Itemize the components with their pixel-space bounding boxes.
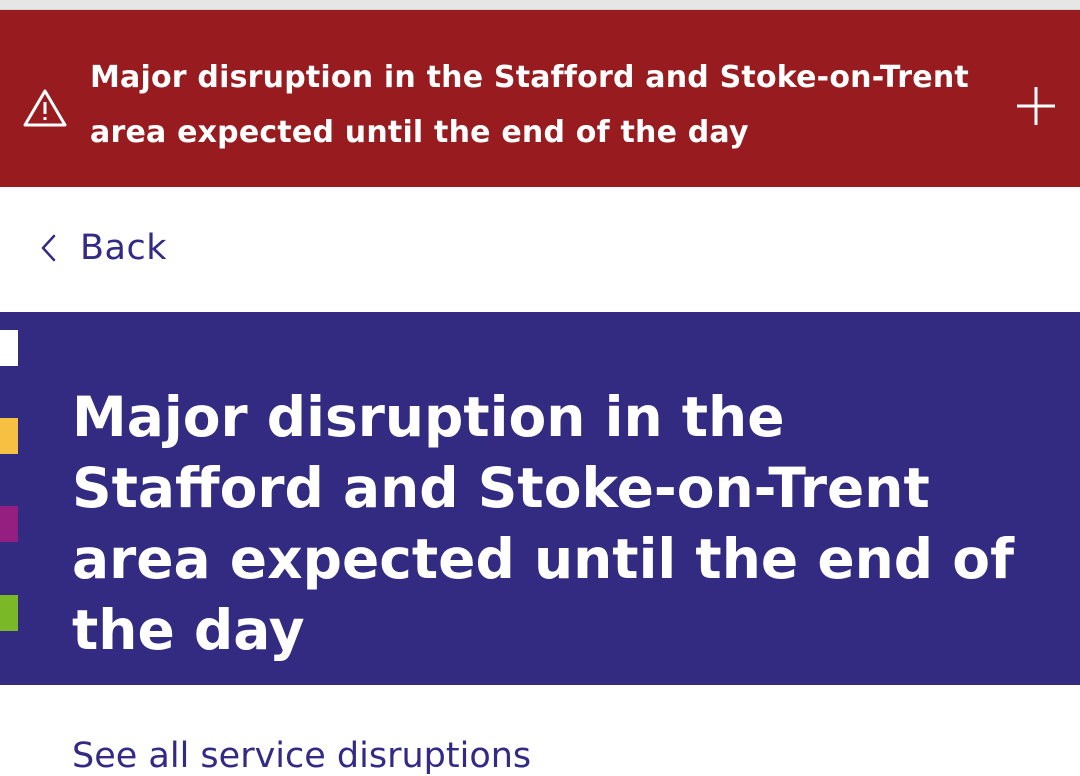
hero-stripe-purple: [0, 506, 18, 542]
back-label: Back: [80, 228, 167, 268]
page-title: Major disruption in the Stafford and Sto…: [72, 385, 1015, 662]
warning-triangle-icon: [23, 89, 67, 127]
plus-icon: [1017, 87, 1055, 125]
top-divider: [0, 0, 1080, 10]
disruption-alert-banner[interactable]: Major disruption in the Stafford and Sto…: [0, 10, 1080, 187]
expand-alert-button[interactable]: [1012, 82, 1060, 130]
hero-stripe-green: [0, 595, 18, 631]
chevron-left-icon: [41, 234, 56, 262]
back-link[interactable]: Back: [38, 228, 167, 268]
hero-stripe-white: [0, 330, 18, 366]
see-all-disruptions-link[interactable]: See all service disruptions: [72, 736, 531, 776]
page-hero: Major disruption in the Stafford and Sto…: [0, 312, 1080, 685]
hero-stripe-yellow: [0, 418, 18, 454]
alert-message: Major disruption in the Stafford and Sto…: [90, 60, 969, 150]
